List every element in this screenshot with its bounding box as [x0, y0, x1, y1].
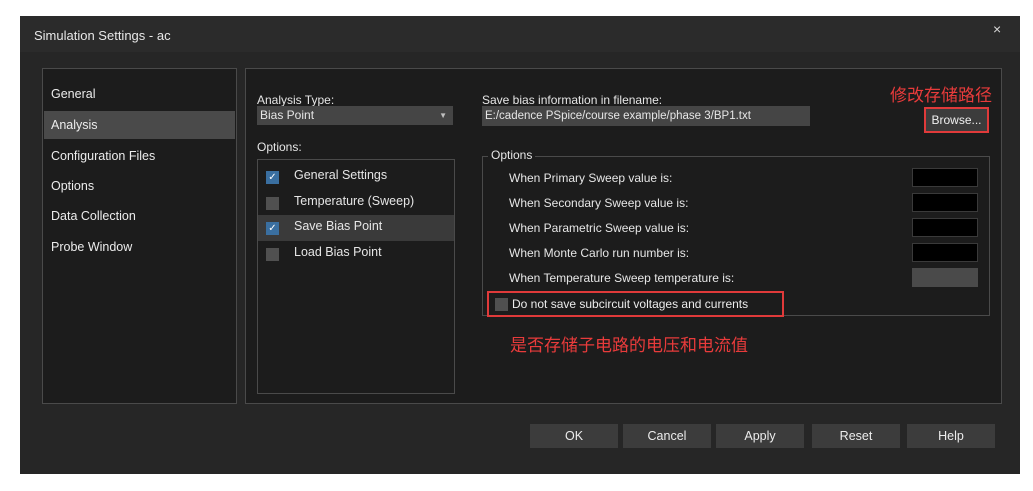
option-save-bias-point[interactable]: ✓ Save Bias Point: [258, 215, 454, 241]
monte-carlo-field[interactable]: [912, 243, 978, 262]
chevron-down-icon: ▼: [439, 111, 447, 120]
analysis-type-value: Bias Point: [260, 108, 315, 122]
checkbox-general-settings[interactable]: ✓: [266, 171, 279, 184]
primary-sweep-field[interactable]: [912, 168, 978, 187]
parametric-sweep-field[interactable]: [912, 218, 978, 237]
nav-item-analysis[interactable]: Analysis: [44, 111, 235, 139]
nav-item-configuration-files[interactable]: Configuration Files: [44, 142, 235, 170]
annotation-subcircuit-note: 是否存储子电路的电压和电流值: [510, 336, 748, 355]
browse-button[interactable]: Browse...: [924, 107, 989, 133]
nav-item-options[interactable]: Options: [44, 172, 235, 200]
options-label: Options:: [257, 140, 302, 154]
apply-button[interactable]: Apply: [716, 424, 804, 448]
reset-button[interactable]: Reset: [812, 424, 900, 448]
secondary-sweep-label: When Secondary Sweep value is:: [509, 196, 689, 210]
cancel-button[interactable]: Cancel: [623, 424, 711, 448]
bias-filename-input[interactable]: E:/cadence PSpice/course example/phase 3…: [482, 106, 810, 126]
temperature-sweep-field[interactable]: [912, 268, 978, 287]
checkbox-save-bias-point[interactable]: ✓: [266, 222, 279, 235]
nav-item-probe-window[interactable]: Probe Window: [44, 233, 235, 261]
checkbox-temperature-sweep[interactable]: [266, 197, 279, 210]
save-bias-label: Save bias information in filename:: [482, 93, 663, 107]
analysis-options-list: ✓ General Settings Temperature (Sweep) ✓…: [257, 159, 455, 394]
save-options-group: Options When Primary Sweep value is: Whe…: [482, 148, 990, 317]
checkbox-subcircuit[interactable]: [495, 298, 508, 311]
analysis-type-select[interactable]: Bias Point ▼: [257, 106, 453, 125]
option-general-settings[interactable]: ✓ General Settings: [258, 164, 454, 190]
annotation-path-note: 修改存储路径: [890, 86, 992, 105]
close-icon[interactable]: ×: [993, 21, 1001, 37]
title-bar: Simulation Settings - ac ×: [20, 16, 1020, 52]
settings-nav: General Analysis Configuration Files Opt…: [42, 68, 237, 404]
analysis-panel: Analysis Type: Bias Point ▼ Options: ✓ G…: [245, 68, 1002, 404]
analysis-type-label: Analysis Type:: [257, 93, 335, 107]
parametric-sweep-label: When Parametric Sweep value is:: [509, 221, 690, 235]
option-label: Temperature (Sweep): [294, 194, 415, 208]
nav-item-data-collection[interactable]: Data Collection: [44, 202, 235, 230]
subcircuit-option[interactable]: Do not save subcircuit voltages and curr…: [487, 291, 784, 317]
primary-sweep-label: When Primary Sweep value is:: [509, 171, 673, 185]
window-title: Simulation Settings - ac: [34, 28, 171, 43]
option-label: Load Bias Point: [294, 245, 382, 259]
subcircuit-label: Do not save subcircuit voltages and curr…: [512, 297, 749, 311]
option-label: Save Bias Point: [294, 219, 383, 233]
secondary-sweep-field[interactable]: [912, 193, 978, 212]
checkbox-load-bias-point[interactable]: [266, 248, 279, 261]
simulation-settings-dialog: Simulation Settings - ac × General Analy…: [20, 16, 1020, 474]
group-title: Options: [488, 148, 536, 162]
option-load-bias-point[interactable]: Load Bias Point: [258, 241, 454, 267]
monte-carlo-label: When Monte Carlo run number is:: [509, 246, 690, 260]
temperature-sweep-label: When Temperature Sweep temperature is:: [509, 271, 735, 285]
ok-button[interactable]: OK: [530, 424, 618, 448]
option-label: General Settings: [294, 168, 388, 182]
help-button[interactable]: Help: [907, 424, 995, 448]
nav-item-general[interactable]: General: [44, 80, 235, 108]
option-temperature-sweep[interactable]: Temperature (Sweep): [258, 190, 454, 216]
